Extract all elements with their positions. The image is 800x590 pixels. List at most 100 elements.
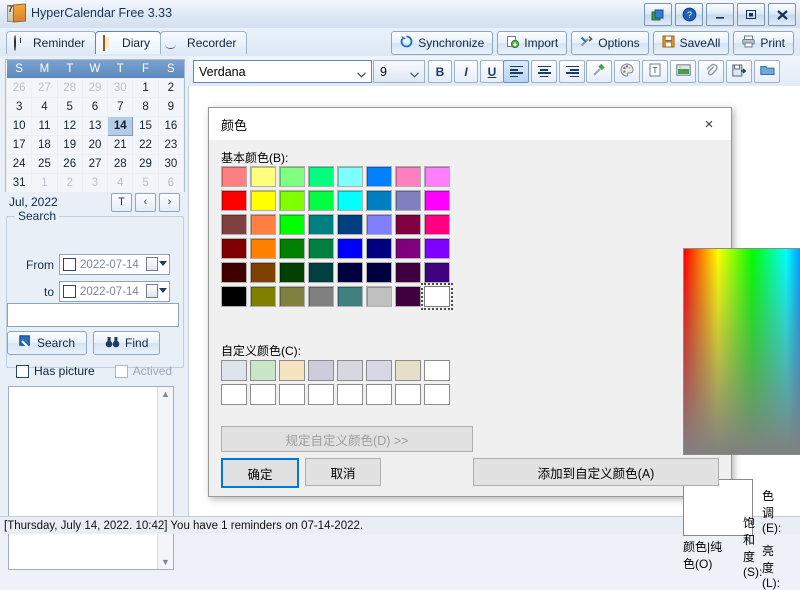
search-to-date[interactable]: 2022-07-14	[59, 281, 170, 302]
basic-color-swatch[interactable]	[337, 166, 363, 187]
custom-color-swatch[interactable]	[250, 360, 276, 381]
saveall-button[interactable]: SaveAll	[652, 31, 730, 55]
palette-button[interactable]	[614, 60, 640, 83]
basic-color-swatch[interactable]	[308, 286, 334, 307]
calendar-day[interactable]: 29	[81, 78, 109, 98]
basic-color-swatch[interactable]	[250, 214, 276, 235]
calendar-next-button[interactable]: ›	[159, 192, 180, 212]
calendar-day[interactable]: 30	[107, 78, 134, 98]
basic-color-swatch[interactable]	[221, 190, 247, 211]
custom-color-swatch[interactable]	[308, 384, 334, 405]
basic-color-swatch[interactable]	[308, 214, 334, 235]
basic-color-swatch[interactable]	[279, 262, 305, 283]
align-right-button[interactable]	[559, 60, 585, 83]
calendar-day[interactable]: 31	[5, 173, 33, 193]
basic-color-swatch[interactable]	[337, 262, 363, 283]
custom-color-swatch[interactable]	[221, 360, 247, 381]
basic-color-swatch[interactable]	[308, 190, 334, 211]
print-button[interactable]: Print	[733, 31, 794, 55]
basic-color-swatch[interactable]	[366, 214, 392, 235]
calendar-day[interactable]: 7	[107, 97, 134, 117]
color-gradient-field[interactable]	[683, 248, 800, 455]
calendar-day[interactable]: 21	[107, 135, 134, 155]
calendar-day[interactable]: 4	[107, 173, 134, 193]
calendar-day[interactable]: 1	[31, 173, 58, 193]
basic-color-swatch[interactable]	[250, 166, 276, 187]
font-size-select[interactable]: 9	[373, 60, 425, 83]
scroll-up-arrow[interactable]: ▲	[158, 387, 173, 401]
calendar-day[interactable]: 20	[81, 135, 109, 155]
basic-color-swatch[interactable]	[395, 286, 421, 307]
custom-color-swatch[interactable]	[424, 360, 450, 381]
calendar-day[interactable]: 28	[56, 78, 83, 98]
has-picture-checkbox[interactable]: Has picture	[16, 364, 95, 378]
cancel-button[interactable]: 取消	[305, 458, 381, 486]
calendar-day[interactable]: 28	[107, 154, 134, 174]
custom-color-swatch[interactable]	[424, 384, 450, 405]
insert-text-button[interactable]: T	[642, 60, 668, 83]
basic-color-swatch[interactable]	[337, 214, 363, 235]
calendar-day[interactable]: 8	[132, 97, 159, 117]
basic-color-swatch[interactable]	[250, 190, 276, 211]
basic-color-swatch[interactable]	[221, 214, 247, 235]
calendar-prev-button[interactable]: ‹	[135, 192, 156, 212]
calendar-day[interactable]: 26	[56, 154, 83, 174]
search-input[interactable]	[7, 303, 179, 327]
maximize-button[interactable]	[737, 3, 765, 26]
italic-button[interactable]: I	[454, 60, 478, 83]
insert-image-button[interactable]	[670, 60, 696, 83]
calendar-day[interactable]: 29	[132, 154, 159, 174]
options-button[interactable]: Options	[571, 31, 649, 55]
calendar-day[interactable]: 16	[157, 116, 185, 136]
calendar-day[interactable]: 18	[31, 135, 58, 155]
basic-color-swatch[interactable]	[424, 166, 450, 187]
synchronize-button[interactable]: Synchronize	[391, 31, 494, 55]
basic-color-swatch[interactable]	[337, 238, 363, 259]
custom-color-swatch[interactable]	[250, 384, 276, 405]
align-left-button[interactable]	[503, 60, 529, 83]
attachment-button[interactable]	[698, 60, 724, 83]
basic-color-swatch[interactable]	[366, 190, 392, 211]
help-button[interactable]: ?	[675, 3, 703, 26]
calendar-day[interactable]: 5	[132, 173, 159, 193]
tab-recorder[interactable]: Recorder	[160, 31, 248, 54]
ok-button[interactable]: 确定	[221, 458, 299, 488]
bold-button[interactable]: B	[428, 60, 452, 83]
restore-window-button[interactable]	[644, 3, 672, 26]
calendar-day[interactable]: 3	[5, 97, 33, 117]
calendar-day[interactable]: 4	[31, 97, 58, 117]
basic-color-swatch[interactable]	[395, 214, 421, 235]
basic-color-swatch[interactable]	[366, 238, 392, 259]
calendar-day[interactable]: 27	[81, 154, 109, 174]
calendar-day[interactable]: 13	[81, 116, 109, 136]
custom-colors-grid[interactable]	[221, 360, 450, 405]
custom-color-swatch[interactable]	[366, 360, 392, 381]
basic-color-swatch[interactable]	[250, 262, 276, 283]
basic-colors-grid[interactable]	[221, 166, 453, 310]
calendar-day[interactable]: 25	[31, 154, 58, 174]
basic-color-swatch[interactable]	[221, 262, 247, 283]
from-date-checkbox[interactable]	[63, 258, 76, 271]
basic-color-swatch[interactable]	[250, 286, 276, 307]
calendar-day[interactable]: 2	[56, 173, 83, 193]
underline-button[interactable]: U	[480, 60, 504, 83]
calendar-day[interactable]: 12	[56, 116, 83, 136]
custom-color-swatch[interactable]	[395, 384, 421, 405]
custom-color-swatch[interactable]	[337, 360, 363, 381]
basic-color-swatch[interactable]	[395, 166, 421, 187]
calendar-day[interactable]: 19	[56, 135, 83, 155]
has-picture-box[interactable]	[16, 364, 29, 378]
basic-color-swatch[interactable]	[421, 283, 453, 310]
font-family-select[interactable]: Verdana	[193, 60, 372, 83]
basic-color-swatch[interactable]	[366, 262, 392, 283]
find-button[interactable]: Find	[93, 331, 161, 355]
calendar-day[interactable]: 27	[31, 78, 58, 98]
calendar-day[interactable]: 24	[5, 154, 33, 174]
basic-color-swatch[interactable]	[337, 190, 363, 211]
custom-color-swatch[interactable]	[366, 384, 392, 405]
calendar-today-button[interactable]: T	[111, 192, 132, 212]
calendar-day[interactable]: 15	[132, 116, 159, 136]
custom-color-swatch[interactable]	[395, 360, 421, 381]
to-date-dropdown[interactable]	[146, 284, 167, 298]
calendar-day[interactable]: 26	[5, 78, 33, 98]
